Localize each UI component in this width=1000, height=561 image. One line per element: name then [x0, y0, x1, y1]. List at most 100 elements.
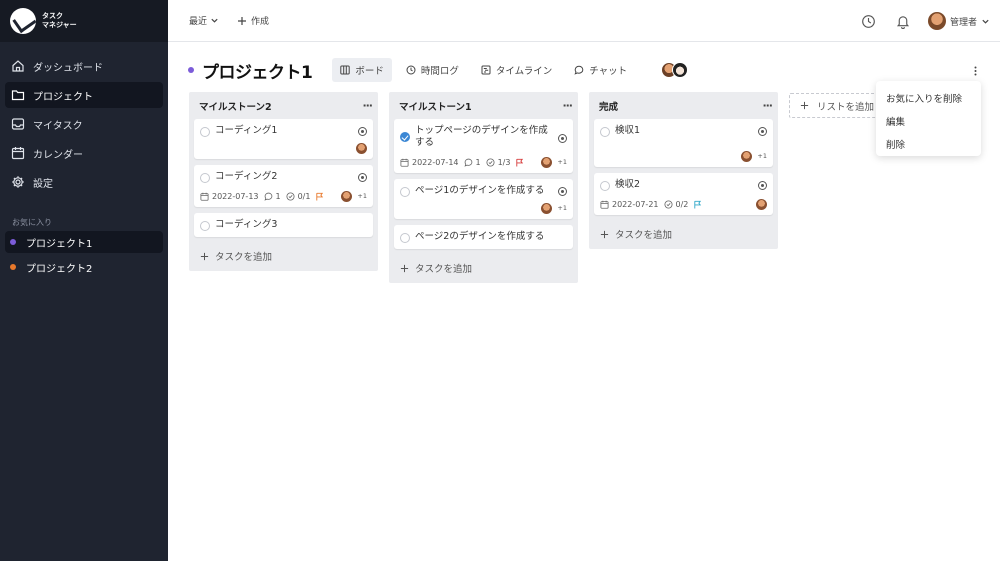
clock-icon	[862, 14, 876, 28]
create-label: 作成	[251, 17, 270, 27]
plus-icon	[600, 230, 609, 238]
list-menu-icon[interactable]: ···	[362, 99, 373, 112]
user-menu-button[interactable]: 管理者	[927, 12, 990, 30]
board-icon	[340, 65, 351, 75]
task-checkbox[interactable]	[400, 233, 410, 243]
task-checkbox[interactable]	[200, 221, 210, 231]
sidebar-item-my-tasks[interactable]: マイタスク	[5, 111, 163, 137]
task-checkbox[interactable]	[400, 132, 410, 142]
tab-timeline[interactable]: タイムライン	[473, 58, 560, 82]
task-checkbox[interactable]	[200, 173, 210, 183]
task-card[interactable]: ページ2のデザインを作成する	[394, 225, 573, 249]
target-icon[interactable]	[758, 127, 767, 136]
menu-item-remove-favorite[interactable]: お気に入りを削除	[876, 86, 981, 109]
logo-icon	[10, 8, 36, 34]
list-title: マイルストーン2	[199, 101, 272, 113]
page-title: プロジェクト1	[202, 62, 313, 83]
app-logo[interactable]: タスク マネジャー	[0, 0, 168, 42]
add-task-button[interactable]: タスクを追加	[189, 243, 378, 265]
project-color-dot	[10, 264, 16, 270]
task-title: コーディング2	[215, 171, 278, 182]
sidebar-item-label: ダッシュボード	[33, 62, 103, 74]
target-icon[interactable]	[558, 187, 567, 196]
comment-count: 1	[475, 157, 481, 167]
project-members[interactable]	[661, 62, 689, 78]
sidebar-item-projects[interactable]: プロジェクト	[5, 82, 163, 108]
list-menu-icon[interactable]: ···	[762, 99, 773, 112]
inbox-icon	[11, 117, 25, 131]
tab-label: チャット	[589, 66, 628, 77]
task-card[interactable]: コーディング3	[194, 213, 373, 237]
tab-label: タイムライン	[495, 66, 553, 77]
avatar	[672, 62, 689, 78]
target-icon[interactable]	[358, 173, 367, 182]
task-checkbox[interactable]	[600, 181, 610, 191]
list-menu-icon[interactable]: ···	[562, 99, 573, 112]
tab-board[interactable]: ボード	[332, 58, 392, 82]
checklist-icon	[286, 191, 295, 201]
chevron-down-icon	[211, 18, 218, 23]
menu-item-delete[interactable]: 削除	[876, 132, 981, 155]
task-checkbox[interactable]	[200, 127, 210, 137]
sidebar-item-settings[interactable]: 設定	[5, 169, 163, 195]
more-vertical-icon	[974, 66, 976, 76]
task-checkbox[interactable]	[600, 127, 610, 137]
favorite-project-2[interactable]: プロジェクト2	[5, 256, 163, 278]
tab-chat[interactable]: チャット	[566, 58, 635, 82]
add-task-label: タスクを追加	[615, 230, 673, 241]
favorite-label: プロジェクト2	[26, 263, 93, 275]
task-checkbox[interactable]	[400, 187, 410, 197]
extra-assignees: +1	[557, 204, 567, 212]
task-card[interactable]: 検収2 2022-07-21 0/2	[594, 173, 773, 215]
add-task-button[interactable]: タスクを追加	[589, 221, 778, 243]
task-card[interactable]: ページ1のデザインを作成する +1	[394, 179, 573, 219]
plus-icon	[238, 16, 247, 25]
favorite-label: プロジェクト1	[26, 238, 93, 250]
task-card[interactable]: トップページのデザインを作成する 2022-07-14 1 1/3 +1	[394, 119, 573, 173]
checklist-progress: 0/2	[675, 199, 689, 209]
due-date: 2022-07-21	[612, 199, 659, 209]
board-list: マイルストーン1 ··· トップページのデザインを作成する 2022-07-14…	[389, 92, 578, 283]
task-card[interactable]: 検収1 +1	[594, 119, 773, 167]
chevron-down-icon	[982, 19, 989, 24]
task-title: コーディング3	[215, 219, 278, 230]
checklist-icon	[486, 157, 495, 167]
tab-time-log[interactable]: 時間ログ	[398, 58, 467, 82]
add-list-button[interactable]: リストを追加	[789, 93, 879, 118]
task-title: 検収1	[615, 125, 641, 136]
chat-icon	[574, 65, 584, 75]
task-card[interactable]: コーディング2 2022-07-13 1 0/1 +1	[194, 165, 373, 207]
task-card[interactable]: コーディング1	[194, 119, 373, 159]
notifications-button[interactable]	[894, 12, 912, 30]
clock-icon	[406, 65, 416, 75]
sidebar-item-calendar[interactable]: カレンダー	[5, 140, 163, 166]
target-icon[interactable]	[558, 134, 567, 143]
logo-text-line2: マネジャー	[42, 21, 77, 29]
favorite-project-1[interactable]: プロジェクト1	[5, 231, 163, 253]
add-task-button[interactable]: タスクを追加	[389, 255, 578, 277]
bell-icon	[896, 15, 910, 29]
target-icon[interactable]	[758, 181, 767, 190]
comment-icon	[463, 158, 472, 167]
menu-item-edit[interactable]: 編集	[876, 109, 981, 132]
plus-icon	[400, 264, 409, 272]
history-button[interactable]	[860, 12, 878, 30]
topbar: 最近 作成 管理者	[168, 0, 1000, 42]
plus-icon	[800, 101, 809, 110]
avatar	[541, 202, 553, 214]
task-title: トップページのデザインを作成する	[415, 125, 548, 148]
target-icon[interactable]	[358, 127, 367, 136]
list-title: 完成	[599, 101, 619, 113]
list-title: マイルストーン1	[399, 101, 472, 113]
avatar	[756, 198, 767, 210]
task-title: ページ2のデザインを作成する	[415, 231, 545, 242]
checklist-icon	[663, 199, 673, 209]
recent-menu-button[interactable]: 最近	[189, 14, 219, 27]
project-menu-button[interactable]	[970, 64, 980, 78]
tab-label: 時間ログ	[420, 66, 459, 77]
create-button[interactable]: 作成	[237, 14, 269, 27]
sidebar-nav: ダッシュボード プロジェクト マイタスク カレンダー 設定	[0, 42, 168, 195]
folder-icon	[11, 88, 25, 102]
sidebar-item-dashboard[interactable]: ダッシュボード	[5, 53, 163, 79]
checklist-progress: 0/1	[297, 191, 311, 201]
